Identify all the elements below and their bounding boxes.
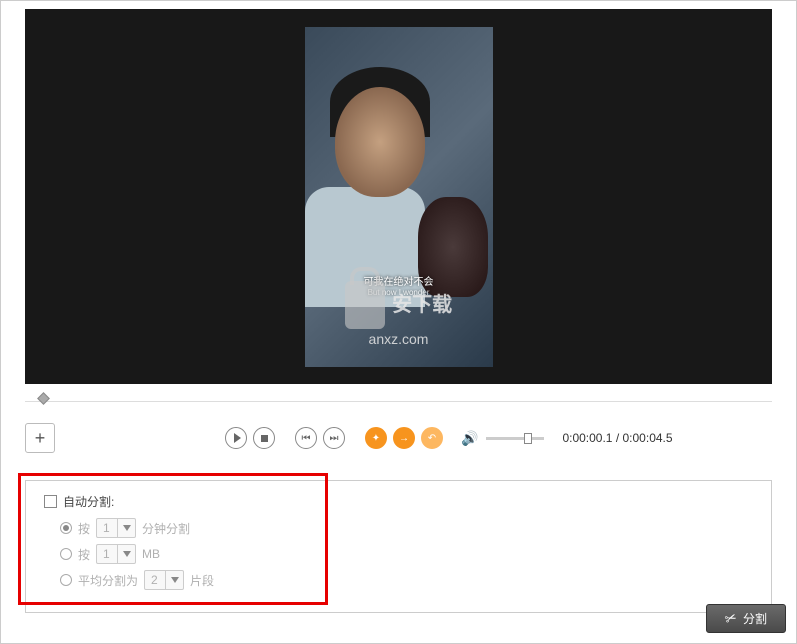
watermark-text: 安下载 xyxy=(392,295,452,315)
video-frame: 可我在绝对不会 But now I wonder 安下载 anxz.com xyxy=(305,27,493,367)
watermark-url: anxz.com xyxy=(305,331,493,347)
mb-dropdown[interactable]: 1 xyxy=(96,544,136,564)
opt1-suffix: 分钟分割 xyxy=(142,520,190,537)
opt2-prefix: 按 xyxy=(78,546,90,563)
volume-slider[interactable] xyxy=(486,437,544,440)
prev-icon: ⏮ xyxy=(302,433,311,444)
video-preview: 可我在绝对不会 But now I wonder 安下载 anxz.com xyxy=(25,9,772,384)
scissors-icon: ✂ xyxy=(723,609,740,629)
watermark: 安下载 anxz.com xyxy=(305,281,493,347)
auto-split-checkbox[interactable] xyxy=(44,495,57,508)
stop-icon xyxy=(261,435,268,442)
lock-icon xyxy=(345,281,385,329)
minutes-value: 1 xyxy=(97,521,117,535)
next-icon: ⏭ xyxy=(330,433,339,444)
chevron-down-icon xyxy=(165,571,183,589)
volume-thumb[interactable] xyxy=(524,433,532,444)
timeline[interactable] xyxy=(25,388,772,402)
play-button[interactable] xyxy=(225,427,247,449)
prev-button[interactable]: ⏮ xyxy=(295,427,317,449)
time-display: 0:00:00.1 / 0:00:04.5 xyxy=(562,431,672,445)
volume-icon[interactable]: 🔊 xyxy=(461,430,478,447)
time-total: 0:00:04.5 xyxy=(623,431,673,445)
undo-icon: ↶ xyxy=(428,433,436,444)
play-icon xyxy=(234,433,241,443)
chevron-down-icon xyxy=(117,519,135,537)
opt3-prefix: 平均分割为 xyxy=(78,572,138,589)
split-button-label: 分割 xyxy=(743,610,767,627)
mark-in-button[interactable]: ✦ xyxy=(365,427,387,449)
segments-value: 2 xyxy=(145,573,165,587)
chevron-down-icon xyxy=(117,545,135,563)
auto-split-label: 自动分割: xyxy=(63,493,114,510)
opt1-prefix: 按 xyxy=(78,520,90,537)
opt3-suffix: 片段 xyxy=(190,572,214,589)
plus-icon: + xyxy=(35,428,46,449)
split-average-radio[interactable] xyxy=(60,574,72,586)
time-current: 0:00:00.1 xyxy=(562,431,612,445)
stop-button[interactable] xyxy=(253,427,275,449)
split-by-minutes-radio[interactable] xyxy=(60,522,72,534)
undo-button[interactable]: ↶ xyxy=(421,427,443,449)
minutes-dropdown[interactable]: 1 xyxy=(96,518,136,538)
bolt-icon: ✦ xyxy=(372,433,380,444)
opt2-suffix: MB xyxy=(142,547,160,561)
add-button[interactable]: + xyxy=(25,423,55,453)
timeline-playhead[interactable] xyxy=(37,392,50,405)
split-button[interactable]: ✂ 分割 xyxy=(706,604,786,633)
segments-dropdown[interactable]: 2 xyxy=(144,570,184,590)
mb-value: 1 xyxy=(97,547,117,561)
arrow-right-icon: → xyxy=(399,433,409,444)
next-button[interactable]: ⏭ xyxy=(323,427,345,449)
split-by-mb-radio[interactable] xyxy=(60,548,72,560)
auto-split-panel: 自动分割: 按 1 分钟分割 按 1 MB 平均分割为 2 xyxy=(25,480,772,613)
mark-out-button[interactable]: → xyxy=(393,427,415,449)
